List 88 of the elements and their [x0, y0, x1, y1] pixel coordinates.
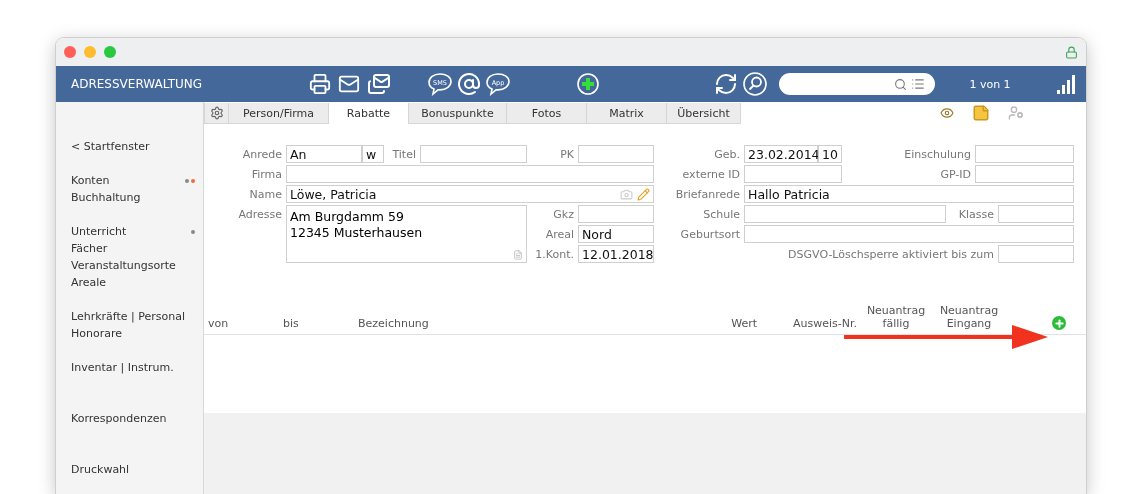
tab[interactable]: Fotos: [507, 103, 587, 124]
column-header: von: [208, 317, 230, 330]
input-field[interactable]: [744, 225, 1074, 243]
sidebar-item[interactable]: Fächer: [56, 240, 203, 257]
sidebar-item[interactable]: Veranstaltungsorte: [56, 257, 203, 274]
input-field[interactable]: 12.01.2018: [578, 245, 654, 263]
add-button[interactable]: [1052, 316, 1066, 330]
field-label: Titel: [391, 147, 417, 161]
minimize-button[interactable]: [84, 46, 96, 58]
lock-icon: [1065, 45, 1078, 59]
tab[interactable]: Bonuspunkte: [409, 103, 507, 124]
pencil-icon[interactable]: [637, 187, 650, 201]
column-header: Neuantrag fällig: [865, 304, 927, 330]
note-icon[interactable]: [972, 104, 990, 122]
input-field[interactable]: [998, 205, 1074, 223]
sidebar-item[interactable]: < Startfenster: [56, 138, 203, 155]
zoom-button[interactable]: [104, 46, 116, 58]
field-label: Klasse: [957, 207, 995, 221]
input-field[interactable]: w: [362, 145, 384, 163]
field-label: Gkz: [552, 207, 575, 221]
tab[interactable]: Matrix: [587, 103, 667, 124]
sidebar-item[interactable]: Lehrkräfte | Personal: [56, 308, 203, 325]
field-label: externe ID: [681, 167, 741, 181]
mails-icon[interactable]: [367, 72, 391, 96]
column-header: Neuantrag Eingang: [938, 304, 1000, 330]
field-label: Anrede: [241, 147, 283, 161]
column-header: Bezeichnung: [358, 317, 430, 330]
input-field[interactable]: [744, 165, 842, 183]
input-field[interactable]: [420, 145, 527, 163]
input-field[interactable]: [975, 145, 1074, 163]
field-label: Adresse: [237, 208, 283, 221]
field-label: Schule: [702, 207, 741, 221]
gear-icon: [209, 106, 224, 120]
input-field[interactable]: Nord: [578, 225, 654, 243]
refresh-icon[interactable]: [714, 72, 738, 96]
sidebar-item[interactable]: Unterricht: [56, 223, 203, 240]
input-field[interactable]: Hallo Patricia: [744, 185, 1074, 203]
input-field[interactable]: [286, 165, 654, 183]
input-field[interactable]: [998, 245, 1074, 263]
field-label: Name: [248, 187, 283, 201]
at-sign-icon[interactable]: [457, 72, 481, 96]
input-field[interactable]: [578, 145, 654, 163]
field-label: Briefanrede: [674, 187, 741, 201]
camera-icon[interactable]: [620, 187, 633, 201]
sidebar-item[interactable]: Honorare: [56, 325, 203, 342]
field-label: PK: [559, 147, 575, 161]
sidebar-item[interactable]: Druckwahl: [56, 461, 203, 478]
column-header: bis: [283, 317, 300, 330]
sidebar-item[interactable]: Inventar | Instrum.: [56, 359, 203, 376]
field-label: Geb.: [713, 147, 741, 161]
eye-icon[interactable]: [940, 106, 954, 120]
sidebar-item[interactable]: Korrespondenzen: [56, 410, 203, 427]
user-settings-icon[interactable]: [1008, 105, 1024, 121]
input-field[interactable]: [578, 205, 654, 223]
column-header: Wert: [730, 317, 757, 330]
input-field[interactable]: [975, 165, 1074, 183]
field-label: DSGVO-Löschsperre aktiviert bis zum: [787, 247, 995, 261]
record-count: 1 von 1: [968, 77, 1012, 91]
search-icon[interactable]: [743, 72, 767, 96]
input-field[interactable]: An: [286, 145, 362, 163]
sidebar-item[interactable]: Buchhaltung: [56, 189, 203, 206]
sidebar-item[interactable]: Areale: [56, 274, 203, 291]
tab[interactable]: Übersicht: [667, 103, 741, 124]
list-icon[interactable]: [911, 77, 925, 91]
field-label: Firma: [250, 167, 283, 181]
field-label: Geburtsort: [679, 227, 741, 241]
input-field[interactable]: [744, 205, 946, 223]
field-label: GP-ID: [939, 167, 972, 181]
close-button[interactable]: [64, 46, 76, 58]
search-field[interactable]: [779, 73, 935, 95]
search-icon: [894, 77, 907, 91]
signal-icon: [1057, 74, 1076, 94]
field-label: 1.Kont.: [534, 247, 575, 261]
tab[interactable]: Person/Firma: [229, 103, 329, 124]
column-header: Ausweis-Nr.: [792, 317, 858, 330]
settings-tab[interactable]: [204, 103, 229, 124]
sidebar-item[interactable]: Konten: [56, 172, 203, 189]
document-icon[interactable]: [513, 250, 523, 260]
input-field[interactable]: 23.02.2014: [744, 145, 818, 163]
address-field[interactable]: Am Burgdamm 59 12345 Musterhausen: [286, 205, 527, 263]
input-field[interactable]: Löwe, Patricia: [286, 185, 654, 203]
add-icon[interactable]: [577, 73, 599, 95]
field-label: Einschulung: [903, 147, 972, 161]
field-label: Areal: [544, 227, 575, 241]
printer-icon[interactable]: [309, 73, 331, 95]
input-field[interactable]: 10: [818, 145, 842, 163]
app-title: ADRESSVERWALTUNG: [71, 77, 204, 91]
mail-icon[interactable]: [338, 73, 360, 95]
